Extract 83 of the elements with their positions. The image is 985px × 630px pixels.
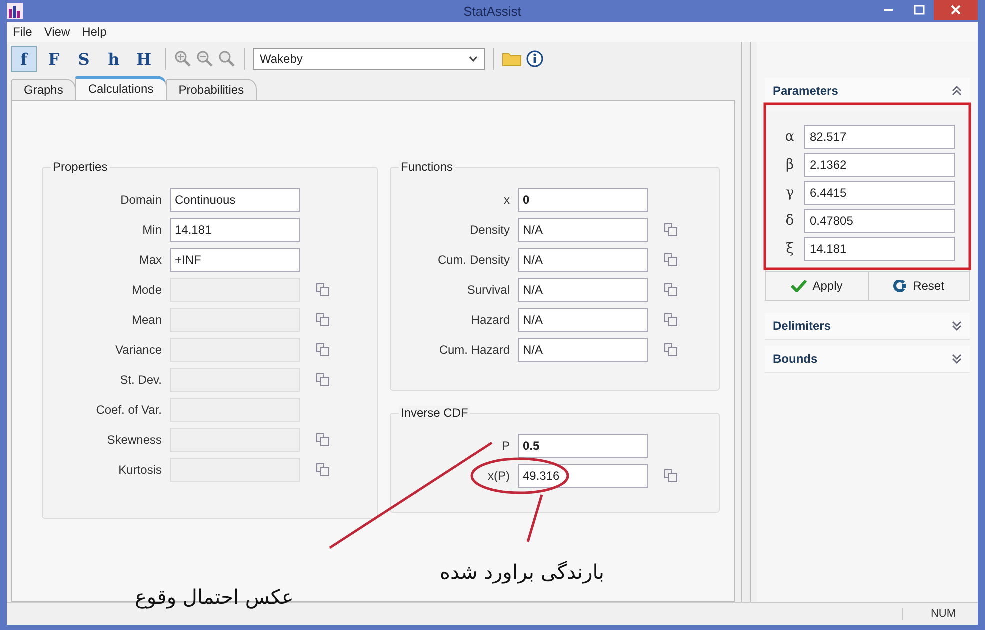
- parameter-field[interactable]: 2.1362: [804, 153, 955, 177]
- tool-button[interactable]: f: [11, 46, 37, 72]
- tool-button[interactable]: H: [131, 46, 157, 72]
- parameter-symbol: δ: [784, 213, 796, 229]
- value-field[interactable]: 0.5: [518, 434, 648, 458]
- section-header[interactable]: Parameters: [765, 78, 970, 105]
- field-label: P: [500, 439, 510, 453]
- value-field[interactable]: +INF: [170, 248, 300, 272]
- menu-item[interactable]: Help: [82, 25, 107, 39]
- splitter-handle[interactable]: [741, 42, 751, 602]
- field-label: Min: [142, 223, 162, 237]
- field-label: Cum. Hazard: [438, 343, 510, 357]
- parameter-field[interactable]: 0.47805: [804, 209, 955, 233]
- field-label: Hazard: [470, 313, 510, 327]
- copy-icon[interactable]: [664, 253, 678, 267]
- section-header[interactable]: Bounds: [765, 346, 970, 373]
- leader-line: [526, 494, 544, 542]
- expand-icon[interactable]: [952, 321, 962, 331]
- distribution-dropdown[interactable]: Wakeby: [253, 48, 485, 70]
- copy-icon[interactable]: [664, 283, 678, 297]
- value-field[interactable]: N/A: [518, 218, 648, 242]
- annotation-text: بارندگی براورد شده: [440, 560, 604, 584]
- section-header[interactable]: Delimiters: [765, 313, 970, 340]
- tab[interactable]: Probabilities: [166, 79, 258, 100]
- status-indicator: NUM: [902, 608, 978, 620]
- tab[interactable]: Calculations: [75, 76, 167, 100]
- value-field[interactable]: N/A: [518, 308, 648, 332]
- menu-item[interactable]: View: [44, 25, 70, 39]
- field-label: Max: [138, 253, 162, 267]
- zoom-icon[interactable]: [174, 50, 192, 68]
- group-title: Properties: [51, 160, 110, 174]
- field-label: Cum. Density: [436, 253, 510, 267]
- maximize-icon: [914, 5, 924, 15]
- tool-button[interactable]: F: [41, 46, 67, 72]
- field-label: Survival: [466, 283, 510, 297]
- parameter-field[interactable]: 6.4415: [804, 181, 955, 205]
- field-label: x(P): [487, 469, 510, 483]
- parameter-field[interactable]: 82.517: [804, 125, 955, 149]
- field-label: Mode: [130, 283, 162, 297]
- zoom-icon[interactable]: [218, 50, 236, 68]
- parameter-symbol: β: [784, 157, 796, 173]
- field-label: Variance: [114, 343, 162, 357]
- zoom-icon[interactable]: [196, 50, 214, 68]
- copy-icon[interactable]: [664, 469, 678, 483]
- value-field[interactable]: N/A: [518, 338, 648, 362]
- tab[interactable]: Graphs: [11, 79, 76, 100]
- copy-icon[interactable]: [664, 343, 678, 357]
- field-label: St. Dev.: [119, 373, 162, 387]
- parameter-symbol: γ: [784, 185, 796, 201]
- app-icon: [7, 3, 23, 19]
- value-field[interactable]: 14.181: [170, 218, 300, 242]
- field-label: Skewness: [106, 433, 162, 447]
- close-button[interactable]: [934, 0, 978, 20]
- tool-button[interactable]: S: [71, 46, 97, 72]
- check-icon: [790, 280, 807, 292]
- copy-icon[interactable]: [664, 313, 678, 327]
- expand-icon[interactable]: [952, 354, 962, 364]
- annotation-text: عکس احتمال وقوع: [135, 585, 294, 609]
- reset-icon: [893, 280, 908, 292]
- value-field[interactable]: Continuous: [170, 188, 300, 212]
- field-label: Density: [468, 223, 510, 237]
- value-field[interactable]: N/A: [518, 278, 648, 302]
- minimize-icon: [884, 8, 894, 12]
- value-field[interactable]: 0: [518, 188, 648, 212]
- field-label: Mean: [130, 313, 162, 327]
- parameter-field[interactable]: 14.181: [804, 237, 955, 261]
- collapse-icon[interactable]: [952, 86, 962, 96]
- group-title: Functions: [399, 160, 456, 174]
- parameter-symbol: α: [784, 129, 796, 145]
- copy-icon[interactable]: [664, 223, 678, 237]
- field-label: Coef. of Var.: [95, 403, 162, 417]
- value-field[interactable]: 49.316: [518, 464, 648, 488]
- group-title: Inverse CDF: [399, 406, 470, 420]
- info-icon[interactable]: [526, 50, 544, 68]
- field-label: Domain: [120, 193, 162, 207]
- menu-item[interactable]: File: [13, 25, 32, 39]
- value-field[interactable]: N/A: [518, 248, 648, 272]
- tool-button[interactable]: h: [101, 46, 127, 72]
- parameter-symbol: ξ: [785, 241, 795, 257]
- field-label: Kurtosis: [118, 463, 162, 477]
- window-title: StatAssist: [464, 4, 522, 18]
- close-icon: [951, 5, 961, 15]
- field-label: x: [503, 193, 510, 207]
